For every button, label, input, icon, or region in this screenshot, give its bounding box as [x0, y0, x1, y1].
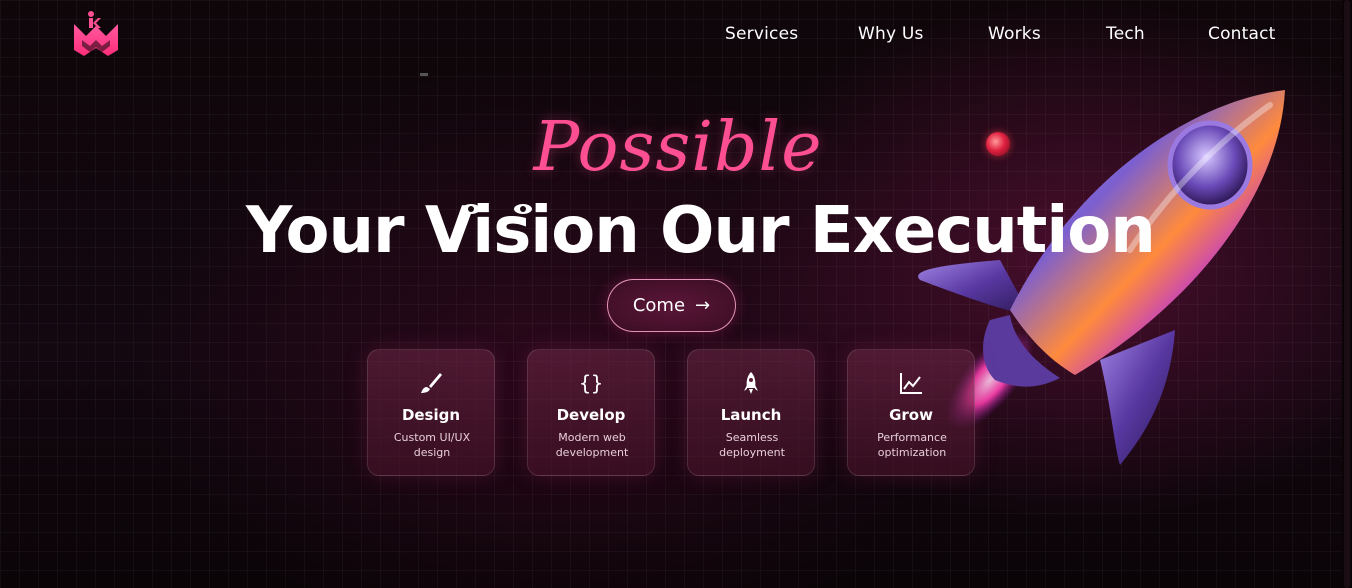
paintbrush-icon	[368, 370, 494, 396]
nav-why-us[interactable]: Why Us	[858, 24, 924, 44]
feature-card-grow[interactable]: Grow Performance optimization	[847, 349, 975, 476]
eye-icon	[462, 204, 480, 214]
decorative-dash	[420, 73, 428, 76]
nav-works[interactable]: Works	[988, 24, 1041, 44]
rocket-icon	[688, 370, 814, 396]
arrow-right-icon: →	[695, 295, 711, 316]
main-nav: Services Why Us Works Tech Contact	[0, 24, 1352, 48]
svg-text:{}: {}	[579, 371, 603, 395]
line-chart-icon	[848, 370, 974, 396]
feature-card-desc: Modern web development	[555, 431, 629, 459]
come-button[interactable]: Come →	[607, 279, 736, 332]
scrollbar[interactable]	[1342, 0, 1352, 588]
feature-card-title: Grow	[889, 406, 933, 424]
feature-card-desc: Custom UI/UX design	[393, 431, 471, 459]
feature-card-launch[interactable]: Launch Seamless deployment	[687, 349, 815, 476]
feature-card-title: Launch	[720, 406, 782, 424]
feature-card-title: Design	[401, 406, 461, 424]
feature-card-desc: Performance optimization	[877, 431, 947, 459]
come-button-label: Come	[632, 295, 686, 316]
nav-services[interactable]: Services	[725, 24, 798, 44]
hero-headline: Your Vision Our Execution	[246, 194, 1156, 268]
scrollbar-thumb[interactable]	[1344, 0, 1350, 588]
hero-script-word: Possible	[533, 108, 823, 187]
feature-card-desc: Seamless deployment	[719, 431, 785, 459]
feature-card-title: Develop	[556, 406, 626, 424]
eye-icon	[514, 204, 532, 214]
curly-braces-icon: {}	[528, 370, 654, 396]
nav-contact[interactable]: Contact	[1208, 24, 1276, 44]
feature-card-develop[interactable]: {} Develop Modern web development	[527, 349, 655, 476]
feature-card-design[interactable]: Design Custom UI/UX design	[367, 349, 495, 476]
nav-tech[interactable]: Tech	[1106, 24, 1145, 44]
